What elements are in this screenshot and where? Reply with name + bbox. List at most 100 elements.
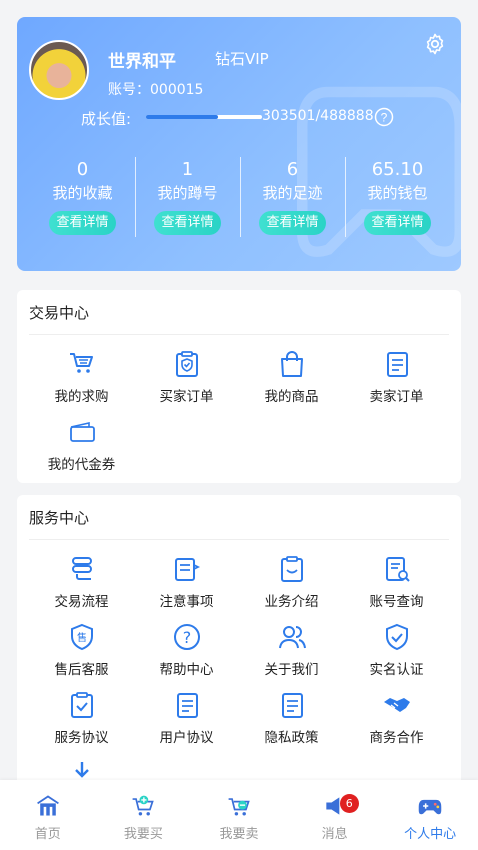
- username: 世界和平: [108, 52, 176, 72]
- view-wallet-button[interactable]: 查看详情: [364, 211, 431, 235]
- trade-center-section: 交易中心 我的求购 买家订单 我的商品 卖家订单我的代金券: [17, 290, 461, 483]
- svg-text:售: 售: [77, 631, 87, 644]
- document-icon: [386, 352, 408, 377]
- stat-label: 我的钱包: [367, 184, 428, 202]
- stat-value: 0: [76, 159, 89, 180]
- svg-text:?: ?: [381, 111, 388, 125]
- tab-label: 我要买: [123, 827, 163, 842]
- grid-item[interactable]: 卖家订单: [344, 340, 449, 408]
- tab-label: 消息: [321, 827, 348, 842]
- clipboard-smile-icon: [280, 556, 303, 582]
- trade-center-grid: 我的求购 买家订单 我的商品 卖家订单我的代金券: [29, 340, 449, 476]
- grid-item[interactable]: 售售后客服: [29, 613, 134, 681]
- stat-value: 65.10: [371, 159, 424, 180]
- clipboard-check-icon: [70, 692, 93, 718]
- stat-label: 我的足迹: [262, 184, 323, 202]
- shield-clipboard-icon: [175, 351, 198, 377]
- tab-home[interactable]: 首页: [0, 780, 96, 850]
- grid-item[interactable]: 注意事项: [134, 545, 239, 613]
- user-document-icon: [176, 693, 198, 718]
- question-icon: ?: [173, 624, 200, 650]
- gamepad-icon: [418, 799, 442, 815]
- tab-sell-cart[interactable]: 我要卖: [191, 780, 287, 850]
- account-number: 账号：000015: [108, 82, 204, 98]
- question-circle-icon[interactable]: ?: [374, 107, 394, 127]
- tab-buy-cart[interactable]: 我要买: [96, 780, 192, 850]
- grid-item-label: 我的求购: [54, 389, 109, 405]
- grid-item-label: 用户协议: [159, 730, 214, 746]
- gear-icon[interactable]: [423, 32, 447, 56]
- stat-value: 6: [286, 159, 299, 180]
- grid-item[interactable]: 实名认证: [344, 613, 449, 681]
- growth-progress-bar: [146, 115, 262, 119]
- stat-label: 我的蹲号: [157, 184, 218, 202]
- grid-item-label: 账号查询: [369, 594, 424, 610]
- grid-item[interactable]: 隐私政策: [239, 681, 344, 749]
- view-footprints-button[interactable]: 查看详情: [259, 211, 326, 235]
- grid-item[interactable]: 买家订单: [134, 340, 239, 408]
- wallet-icon: [69, 422, 95, 442]
- view-favorites-button[interactable]: 查看详情: [49, 211, 116, 235]
- stat-wallet: 65.10 我的钱包 查看详情: [345, 157, 450, 247]
- service-center-section: 服务中心 交易流程 注意事项 业务介绍 账号查询售售后客服? 帮助中心 关于我们 实名认证服…: [17, 495, 461, 795]
- privacy-document-icon: [281, 693, 303, 718]
- grid-item-label: 隐私政策: [264, 730, 319, 746]
- grid-item[interactable]: 我的求购: [29, 340, 134, 408]
- grid-item-label: 实名认证: [369, 662, 424, 678]
- section-title: 交易中心: [29, 304, 90, 322]
- handshake-icon: [383, 698, 410, 712]
- notice-icon: [174, 558, 200, 581]
- tab-gamepad[interactable]: 个人中心: [382, 780, 478, 850]
- stats-row: 0 我的收藏 查看详情 1 我的蹲号 查看详情 6 我的足迹 查看详情 65.1…: [30, 157, 450, 247]
- tab-label: 首页: [34, 827, 61, 842]
- avatar[interactable]: [29, 40, 89, 100]
- growth-progress-fill: [146, 115, 218, 119]
- grid-item-label: 关于我们: [264, 662, 319, 678]
- section-title: 服务中心: [29, 509, 90, 527]
- after-sale-shield-icon: 售: [70, 623, 93, 651]
- stat-value: 1: [181, 159, 194, 180]
- vip-level: 钻石VIP: [215, 50, 269, 68]
- tab-message[interactable]: 消息 6: [287, 780, 383, 850]
- tab-label: 个人中心: [404, 827, 457, 842]
- cart-icon: [69, 353, 93, 373]
- sell-cart-icon: [228, 798, 250, 816]
- grid-item-label: 商务合作: [369, 730, 424, 746]
- grid-item-label: 买家订单: [159, 389, 214, 405]
- grid-item[interactable]: 业务介绍: [239, 545, 344, 613]
- stat-watching: 1 我的蹲号 查看详情: [135, 157, 240, 247]
- growth-value: 303501/488888: [262, 108, 374, 124]
- service-center-grid: 交易流程 注意事项 业务介绍 账号查询售售后客服? 帮助中心 关于我们 实名认证 服务协议 用户…: [29, 545, 449, 795]
- grid-item-label: 我的商品: [264, 389, 319, 405]
- grid-item[interactable]: 我的商品: [239, 340, 344, 408]
- grid-item[interactable]: 用户协议: [134, 681, 239, 749]
- growth-label: 成长值:: [81, 110, 132, 128]
- divider: [29, 539, 449, 540]
- grid-item-label: 注意事项: [159, 594, 214, 610]
- grid-item-label: 我的代金券: [47, 457, 116, 473]
- document-search-icon: [385, 557, 410, 582]
- unread-badge: 6: [339, 794, 359, 813]
- view-watching-button[interactable]: 查看详情: [154, 211, 221, 235]
- grid-item-label: 交易流程: [54, 594, 109, 610]
- bottom-tab-bar: 首页 我要买 我要卖 消息 6 个人中心: [0, 780, 478, 850]
- grid-item[interactable]: 关于我们: [239, 613, 344, 681]
- home-icon: [36, 795, 59, 816]
- grid-item[interactable]: 交易流程: [29, 545, 134, 613]
- grid-item-label: 卖家订单: [369, 389, 424, 405]
- flow-icon: [71, 557, 92, 580]
- grid-item-label: 业务介绍: [264, 594, 319, 610]
- grid-item[interactable]: 服务协议: [29, 681, 134, 749]
- grid-item[interactable]: 账号查询: [344, 545, 449, 613]
- grid-item[interactable]: 商务合作: [344, 681, 449, 749]
- divider: [29, 334, 449, 335]
- grid-item-label: 服务协议: [54, 730, 109, 746]
- grid-item-label: 帮助中心: [159, 662, 214, 678]
- grid-item[interactable]: ? 帮助中心: [134, 613, 239, 681]
- users-icon: [278, 626, 306, 649]
- grid-item-label: 售后客服: [54, 662, 109, 678]
- tab-label: 我要卖: [219, 827, 259, 842]
- verified-shield-icon: [385, 623, 408, 651]
- buy-cart-icon: [132, 795, 155, 816]
- grid-item[interactable]: 我的代金券: [29, 408, 134, 476]
